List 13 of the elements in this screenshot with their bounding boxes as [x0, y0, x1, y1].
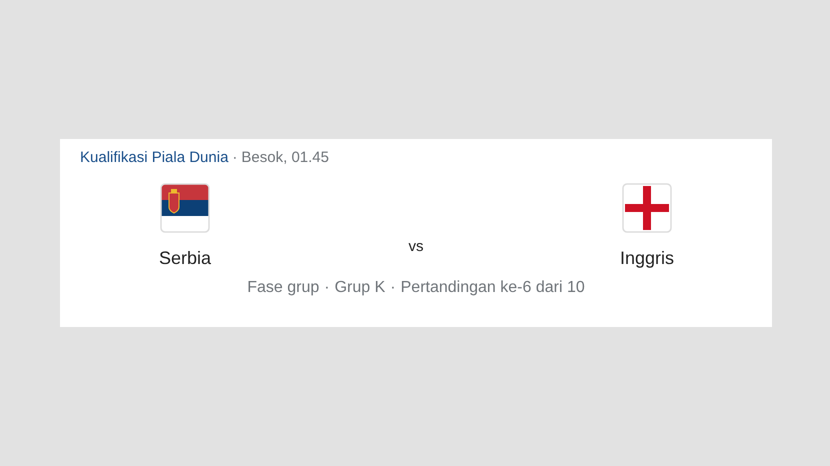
- separator: ·: [232, 149, 238, 167]
- match-info: Grup K: [334, 279, 386, 297]
- team-name: Serbia: [158, 247, 212, 269]
- flag-icon: [622, 183, 672, 233]
- match-info: Fase grup: [247, 279, 320, 297]
- competition-link[interactable]: Kualifikasi Piala Dunia: [80, 149, 228, 167]
- team-name: Inggris: [620, 247, 674, 269]
- match-info: Pertandingan ke-6 dari 10: [400, 279, 585, 297]
- match-time: Besok, 01.45: [241, 149, 329, 167]
- separator: ·: [390, 279, 396, 297]
- flag-icon: [160, 183, 210, 233]
- versus-label: vs: [408, 238, 424, 255]
- separator: ·: [324, 279, 330, 297]
